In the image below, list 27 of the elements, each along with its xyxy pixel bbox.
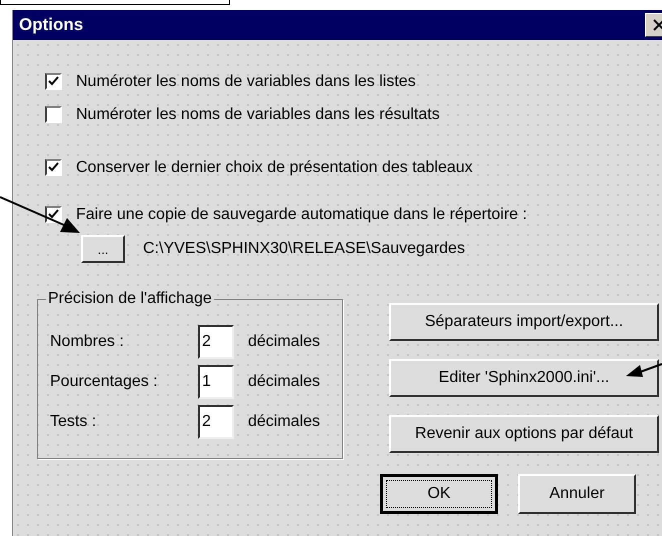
option-button[interactable]: Revenir aux options par défaut: [389, 415, 659, 453]
browse-button[interactable]: ...: [81, 235, 125, 263]
window-title: Options: [19, 15, 84, 35]
checkbox-label: Numéroter les noms de variables dans les listes: [76, 72, 416, 90]
checkbox[interactable]: [45, 73, 62, 90]
unit-label: décimales: [248, 333, 320, 351]
ok-button[interactable]: OK: [380, 474, 498, 514]
option-button[interactable]: Editer 'Sphinx2000.ini'...: [389, 359, 659, 397]
checkbox[interactable]: [45, 159, 62, 176]
checkbox-label: Conserver le dernier choix de présentation des tableaux: [76, 158, 473, 176]
folder-path: C:\YVES\SPHINX30\RELEASE\Sauvegardes: [143, 240, 465, 258]
option-button[interactable]: Séparateurs import/export...: [389, 303, 659, 341]
input-field[interactable]: 2: [198, 405, 234, 439]
cancel-button[interactable]: Annuler: [518, 474, 636, 514]
close-icon: [653, 19, 662, 31]
group-title: Précision de l'affichage: [46, 290, 214, 308]
checkbox-label: Numéroter les noms de variables dans les résultats: [76, 106, 440, 124]
unit-label: décimales: [248, 413, 320, 431]
input-field[interactable]: 1: [198, 365, 234, 399]
checkbox-label: Faire une copie de sauvegarde automatique dans le répertoire :: [76, 206, 527, 224]
pointer-arrow: [626, 362, 662, 378]
unit-label: décimales: [248, 373, 320, 391]
field-label: Nombres :: [50, 333, 124, 350]
field-label: Pourcentages :: [50, 373, 158, 390]
field-label: Tests :: [50, 413, 96, 430]
input-field[interactable]: 2: [198, 325, 234, 359]
checkbox[interactable]: [45, 106, 62, 123]
